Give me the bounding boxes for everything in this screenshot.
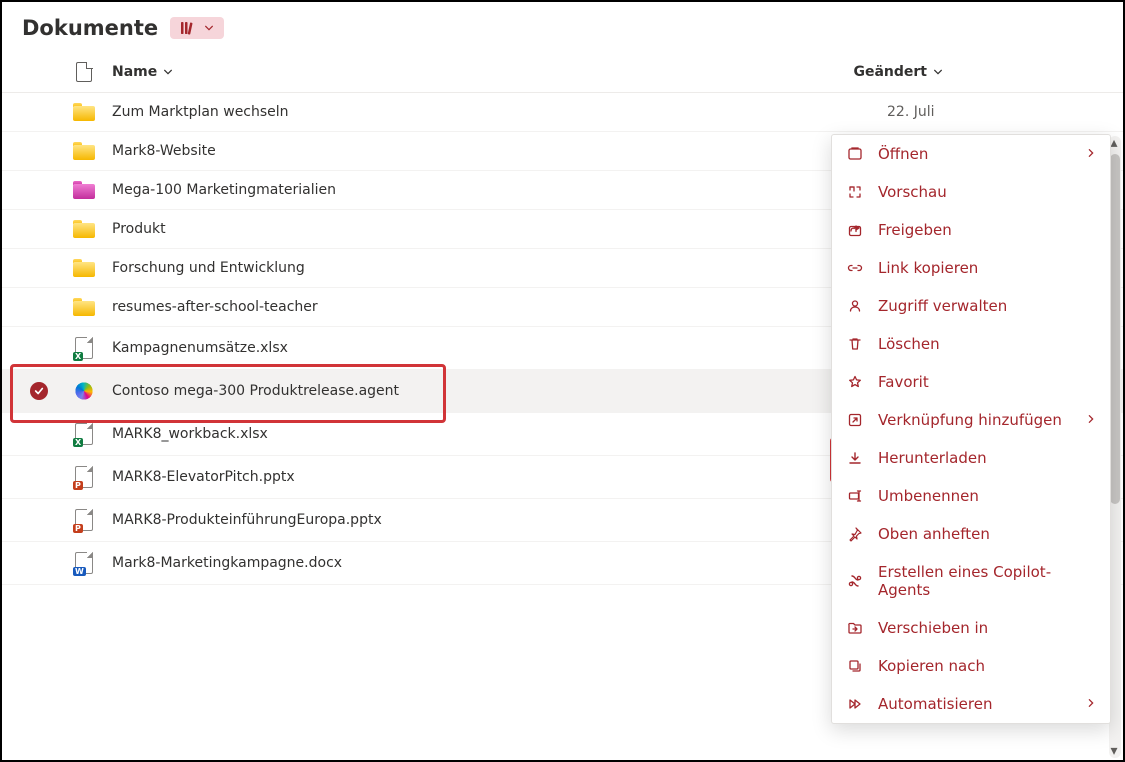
column-header-modified[interactable]: Geändert xyxy=(853,64,943,80)
file-name[interactable]: Contoso mega-300 Produktrelease.agent xyxy=(112,383,824,399)
menu-item-open[interactable]: Öffnen xyxy=(832,135,1110,173)
library-icon xyxy=(180,20,196,36)
menu-item-label: Freigeben xyxy=(878,221,1096,239)
file-name[interactable]: Mark8-Website xyxy=(112,143,869,159)
context-menu: Öffnen Vorschau Freigeben Link kopieren Zugr… xyxy=(831,134,1111,724)
file-name[interactable]: Produkt xyxy=(112,221,869,237)
folder-icon xyxy=(73,298,95,316)
menu-item-label: Herunterladen xyxy=(878,449,1096,467)
file-name[interactable]: Zum Marktplan wechseln xyxy=(112,104,869,120)
menu-item-link[interactable]: Link kopieren xyxy=(832,249,1110,287)
file-name[interactable]: MARK8-ElevatorPitch.pptx xyxy=(112,469,869,485)
move-icon xyxy=(846,620,864,636)
shortcut-icon xyxy=(846,412,864,428)
chevron-down-icon xyxy=(163,67,173,77)
scroll-down-arrow[interactable]: ▾ xyxy=(1108,744,1120,758)
automate-icon xyxy=(846,696,864,712)
file-type-column-icon[interactable] xyxy=(70,62,98,82)
menu-item-access[interactable]: Zugriff verwalten xyxy=(832,287,1110,325)
menu-item-pin[interactable]: Oben anheften xyxy=(832,515,1110,553)
menu-item-copilot[interactable]: Erstellen eines Copilot-Agents xyxy=(832,553,1110,609)
file-name[interactable]: Kampagnenumsätze.xlsx xyxy=(112,340,869,356)
row-selected-check-icon[interactable] xyxy=(30,382,48,400)
menu-item-label: Link kopieren xyxy=(878,259,1096,277)
chevron-right-icon xyxy=(1086,146,1096,162)
file-name[interactable]: Forschung und Entwicklung xyxy=(112,260,869,276)
menu-item-label: Verknüpfung hinzufügen xyxy=(878,411,1072,429)
menu-item-copy[interactable]: Kopieren nach xyxy=(832,647,1110,685)
menu-item-label: Vorschau xyxy=(878,183,1096,201)
column-header-name[interactable]: Name xyxy=(112,64,173,80)
folder-icon xyxy=(73,142,95,160)
download-icon xyxy=(846,450,864,466)
excel-file-icon: X xyxy=(75,337,93,359)
column-headers: Name Geändert xyxy=(2,52,1123,93)
access-icon xyxy=(846,298,864,314)
folder-icon xyxy=(73,259,95,277)
favorite-icon xyxy=(846,374,864,390)
page-title: Dokumente xyxy=(22,16,158,40)
menu-item-label: Favorit xyxy=(878,373,1096,391)
modified-date: 22. Juli xyxy=(883,104,1103,120)
open-icon xyxy=(846,146,864,162)
document-icon xyxy=(76,62,92,82)
menu-item-move[interactable]: Verschieben in xyxy=(832,609,1110,647)
menu-item-label: Löschen xyxy=(878,335,1096,353)
powerpoint-file-icon: P xyxy=(75,509,93,531)
file-name[interactable]: Mega-100 Marketingmaterialien xyxy=(112,182,869,198)
menu-item-rename[interactable]: Umbenennen xyxy=(832,477,1110,515)
chevron-right-icon xyxy=(1086,412,1096,428)
delete-icon xyxy=(846,336,864,352)
pin-icon xyxy=(846,526,864,542)
chevron-down-icon xyxy=(933,67,943,77)
menu-item-label: Oben anheften xyxy=(878,525,1096,543)
copy-icon xyxy=(846,658,864,674)
menu-item-label: Automatisieren xyxy=(878,695,1072,713)
chevron-down-icon xyxy=(204,23,214,33)
column-header-name-label: Name xyxy=(112,64,157,80)
menu-item-label: Umbenennen xyxy=(878,487,1096,505)
link-icon xyxy=(846,260,864,276)
column-header-modified-label: Geändert xyxy=(853,64,927,80)
excel-file-icon: X xyxy=(75,423,93,445)
menu-item-label: Zugriff verwalten xyxy=(878,297,1096,315)
file-row[interactable]: Zum Marktplan wechseln 22. Juli xyxy=(2,93,1123,132)
word-file-icon: W xyxy=(75,552,93,574)
file-name[interactable]: MARK8-ProdukteinführungEuropa.pptx xyxy=(112,512,869,528)
menu-item-shortcut[interactable]: Verknüpfung hinzufügen xyxy=(832,401,1110,439)
menu-item-label: Verschieben in xyxy=(878,619,1096,637)
menu-item-delete[interactable]: Löschen xyxy=(832,325,1110,363)
menu-item-share[interactable]: Freigeben xyxy=(832,211,1110,249)
file-name[interactable]: MARK8_workback.xlsx xyxy=(112,426,869,442)
share-icon xyxy=(846,222,864,238)
menu-item-preview[interactable]: Vorschau xyxy=(832,173,1110,211)
menu-item-download[interactable]: Herunterladen xyxy=(832,439,1110,477)
file-name[interactable]: Mark8-Marketingkampagne.docx xyxy=(112,555,869,571)
menu-item-label: Kopieren nach xyxy=(878,657,1096,675)
menu-item-favorite[interactable]: Favorit xyxy=(832,363,1110,401)
copilot-agent-icon xyxy=(73,380,95,402)
file-name[interactable]: resumes-after-school-teacher xyxy=(112,299,869,315)
menu-item-automate[interactable]: Automatisieren xyxy=(832,685,1110,723)
menu-item-label: Erstellen eines Copilot-Agents xyxy=(878,563,1096,599)
folder-icon xyxy=(73,103,95,121)
library-view-switcher[interactable] xyxy=(170,17,224,39)
powerpoint-file-icon: P xyxy=(75,466,93,488)
menu-item-label: Öffnen xyxy=(878,145,1072,163)
chevron-right-icon xyxy=(1086,696,1096,712)
copilot-icon xyxy=(846,573,864,589)
folder-icon xyxy=(73,220,95,238)
rename-icon xyxy=(846,488,864,504)
scrollbar-thumb[interactable] xyxy=(1110,154,1120,504)
folder-icon xyxy=(73,181,95,199)
preview-icon xyxy=(846,184,864,200)
